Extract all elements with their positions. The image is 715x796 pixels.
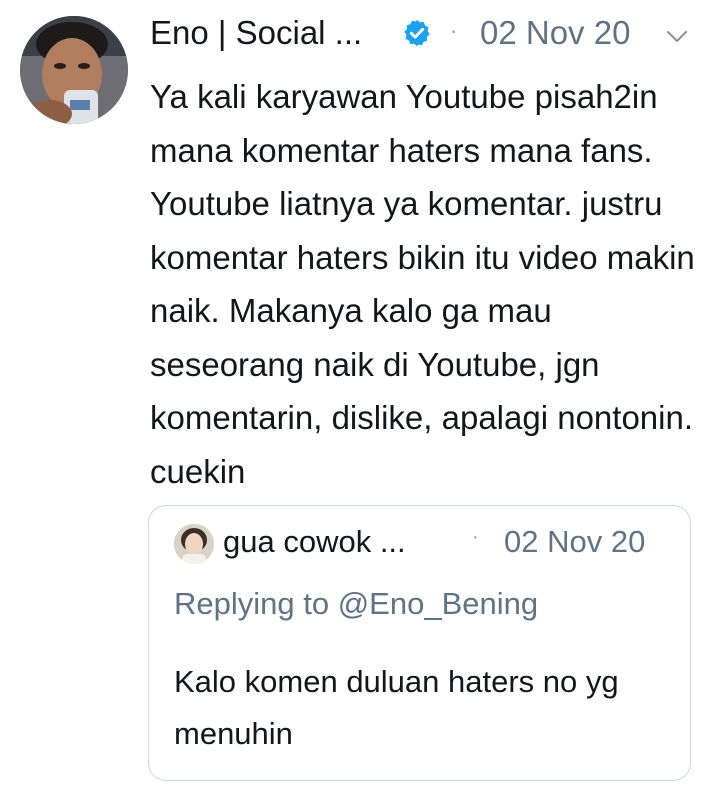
quoted-avatar-image bbox=[174, 524, 214, 564]
quoted-tweet-date: 02 Nov 20 bbox=[504, 524, 646, 559]
verified-badge-icon bbox=[404, 19, 430, 47]
tweet-header: Eno | Social ... · 02 Nov 20 bbox=[150, 12, 695, 58]
quoted-tweet-card[interactable]: gua cowok ... · 02 Nov 20 Replying to @E… bbox=[148, 505, 691, 781]
replying-to-label: Replying to @Eno_Bening bbox=[174, 586, 539, 621]
chevron-down-icon[interactable] bbox=[666, 30, 688, 44]
author-avatar-image bbox=[20, 16, 128, 124]
quoted-tweet-text: Kalo komen duluan haters no yg menuhin bbox=[174, 664, 619, 751]
quoted-separator-dot: · bbox=[472, 526, 479, 548]
author-name[interactable]: Eno | Social ... bbox=[150, 14, 362, 52]
quoted-author-name: gua cowok ... bbox=[223, 524, 406, 559]
separator-dot: · bbox=[450, 18, 458, 43]
author-avatar[interactable] bbox=[20, 16, 128, 124]
tweet-text: Ya kali karyawan Youtube pisah2in mana k… bbox=[150, 78, 695, 490]
tweet-date[interactable]: 02 Nov 20 bbox=[480, 14, 630, 52]
quoted-author-avatar bbox=[174, 524, 214, 564]
